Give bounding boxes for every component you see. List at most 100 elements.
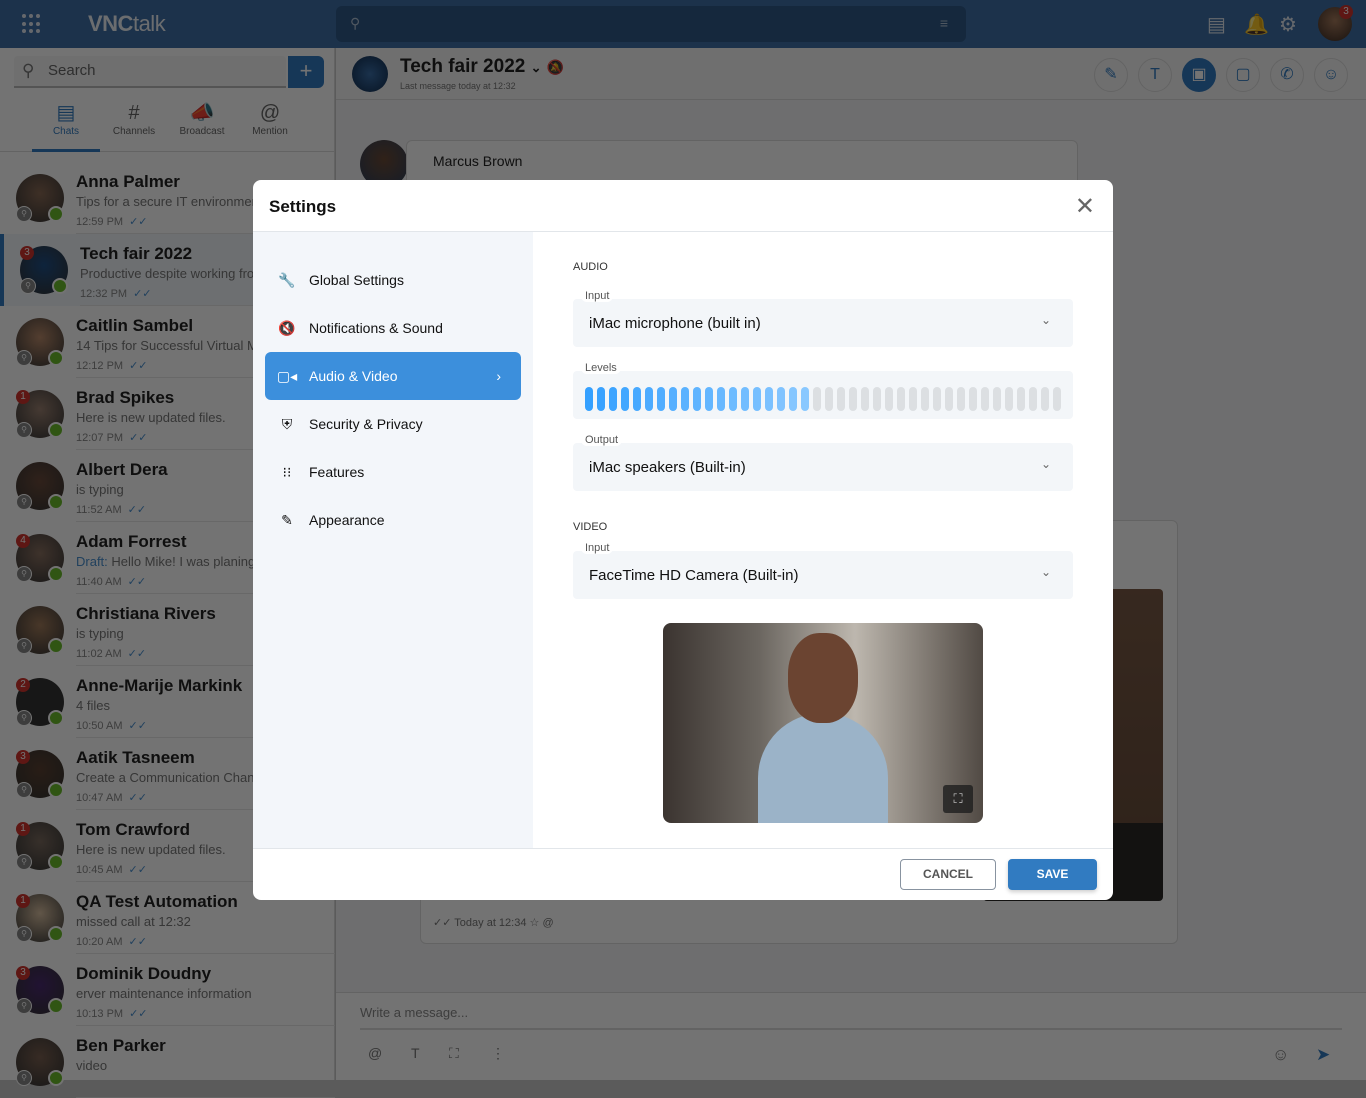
nav-security-privacy[interactable]: ⛨ Security & Privacy (265, 400, 521, 448)
level-bar (1005, 387, 1013, 411)
chat-preview: missed call at 12:32 (76, 914, 191, 929)
key-icon: ⚲ (16, 422, 32, 438)
chat-time: 10:45 AM ✓✓ (76, 864, 147, 876)
audio-output-select[interactable]: Output iMac speakers (Built-in) ⌄ (573, 434, 1073, 491)
send-icon[interactable]: ➤ (1316, 1045, 1330, 1065)
bell-icon[interactable]: 🔔 (1244, 12, 1269, 37)
save-button[interactable]: SAVE (1008, 859, 1097, 890)
message-input[interactable]: Write a message... (360, 1005, 1342, 1030)
level-bar (801, 387, 809, 411)
star-icon[interactable]: ☆ (530, 917, 540, 929)
key-icon: ⚲ (16, 998, 32, 1014)
apps-grid-icon[interactable] (22, 14, 42, 34)
gear-icon[interactable]: ⚙ (1279, 12, 1297, 37)
audio-input-select[interactable]: Input iMac microphone (built in) ⌄ (573, 290, 1073, 347)
level-bar (765, 387, 773, 411)
tab-broadcast[interactable]: 📣 Broadcast (168, 100, 236, 137)
online-status-icon (48, 1070, 64, 1086)
level-bar (837, 387, 845, 411)
video-input-select[interactable]: Input FaceTime HD Camera (Built-in) ⌄ (573, 542, 1073, 599)
field-value: FaceTime HD Camera (Built-in) (589, 567, 799, 584)
level-bar (669, 387, 677, 411)
chevron-right-icon: › (496, 368, 501, 384)
top-bar: VNCtalk ⚲ ≡ ▤ 🔔 ⚙ 3 (0, 0, 1366, 48)
chat-list-item[interactable]: ⚲ Ben Parker video (0, 1026, 335, 1098)
fullscreen-icon[interactable]: ⛶ (943, 785, 973, 813)
chat-time: 11:52 AM ✓✓ (76, 504, 147, 516)
tab-channels[interactable]: # Channels (100, 100, 168, 137)
edit-square-icon: ✎ (281, 511, 293, 528)
unread-badge: 1 (16, 390, 30, 404)
settings-dialog: Settings ✕ 🔧 Global Settings 🔇 Notificatio… (253, 180, 1113, 900)
logo: VNCtalk (88, 11, 166, 36)
key-icon: ⚲ (16, 494, 32, 510)
attach-icon[interactable]: @ (368, 1045, 382, 1061)
wrench-icon: 🔧 (278, 271, 296, 288)
fullscreen-icon[interactable]: ⛶ (449, 1045, 459, 1062)
nav-features[interactable]: ⁝⁝ Features (265, 448, 521, 496)
level-bar (717, 387, 725, 411)
grid-icon: ⁝⁝ (282, 463, 292, 480)
level-bar (957, 387, 965, 411)
unread-badge: 3 (16, 750, 30, 764)
online-status-icon (48, 206, 64, 222)
filter-icon[interactable]: ≡ (940, 15, 948, 31)
video-heading: VIDEO (573, 521, 608, 533)
field-label: Output (581, 434, 623, 446)
add-button[interactable]: + (288, 56, 324, 88)
chat-time: 12:07 PM ✓✓ (76, 432, 148, 444)
chat-time: 12:59 PM ✓✓ (76, 216, 148, 228)
read-check-icon: ✓✓ (127, 576, 147, 588)
text-doc-icon[interactable]: T (1138, 58, 1172, 92)
tab-mention[interactable]: @ Mention (236, 100, 304, 137)
unread-badge: 2 (16, 678, 30, 692)
chat-list-item[interactable]: ⚲ 3 Dominik Doudny erver maintenance inf… (0, 954, 335, 1026)
dialog-title: Settings (269, 197, 337, 216)
key-icon: ⚲ (16, 638, 32, 654)
chat-title[interactable]: Tech fair 2022 ⌄ 🔕 (400, 56, 564, 78)
close-icon[interactable]: ✕ (1075, 192, 1095, 221)
nav-global-settings[interactable]: 🔧 Global Settings (265, 256, 521, 304)
emoji-icon[interactable]: ☺ (1272, 1045, 1289, 1065)
level-bar (633, 387, 641, 411)
chat-time: 11:02 AM ✓✓ (76, 648, 147, 660)
field-label: Input (581, 290, 614, 302)
level-bar (813, 387, 821, 411)
level-bar (789, 387, 797, 411)
level-bar (753, 387, 761, 411)
add-user-icon[interactable]: ☺ (1314, 58, 1348, 92)
chat-preview: erver maintenance information (76, 986, 252, 1001)
bell-off-icon[interactable]: 🔕 (547, 59, 564, 75)
notes-icon[interactable]: ✎ (1094, 58, 1128, 92)
more-icon[interactable]: ⋮ (491, 1045, 505, 1062)
key-icon: ⚲ (20, 278, 36, 294)
level-bar (981, 387, 989, 411)
screen-share-icon[interactable]: ▣ (1182, 58, 1216, 92)
nav-notifications-sound[interactable]: 🔇 Notifications & Sound (265, 304, 521, 352)
video-call-icon[interactable]: ▢ (1226, 58, 1260, 92)
tab-chats[interactable]: ▤ Chats (32, 100, 100, 152)
text-format-icon[interactable]: T (411, 1045, 420, 1061)
sidebar-panel-icon[interactable]: ▤ (1207, 12, 1226, 37)
key-icon: ⚲ (16, 782, 32, 798)
search-input[interactable] (48, 62, 268, 79)
online-status-icon (48, 422, 64, 438)
read-check-icon: ✓✓ (128, 936, 147, 948)
key-icon: ⚲ (16, 206, 32, 222)
chat-name: Anne-Marije Markink (76, 676, 243, 695)
chat-name: QA Test Automation (76, 892, 238, 911)
cancel-button[interactable]: CANCEL (900, 859, 996, 890)
nav-appearance[interactable]: ✎ Appearance (265, 496, 521, 544)
online-status-icon (52, 278, 68, 294)
nav-audio-video[interactable]: ▢◂ Audio & Video › (265, 352, 521, 400)
read-check-icon: ✓✓ (128, 792, 147, 804)
phone-icon[interactable]: ✆ (1270, 58, 1304, 92)
sidebar-search[interactable]: ⚲ (14, 56, 286, 88)
chat-time: 12:12 PM ✓✓ (76, 360, 148, 372)
chat-time: 10:13 PM ✓✓ (76, 1008, 148, 1020)
dialog-footer: CANCEL SAVE (253, 848, 1113, 900)
global-search[interactable]: ⚲ ≡ (336, 6, 966, 42)
level-bar (681, 387, 689, 411)
at-icon[interactable]: @ (542, 917, 553, 929)
chevron-down-icon[interactable]: ⌄ (531, 60, 542, 75)
